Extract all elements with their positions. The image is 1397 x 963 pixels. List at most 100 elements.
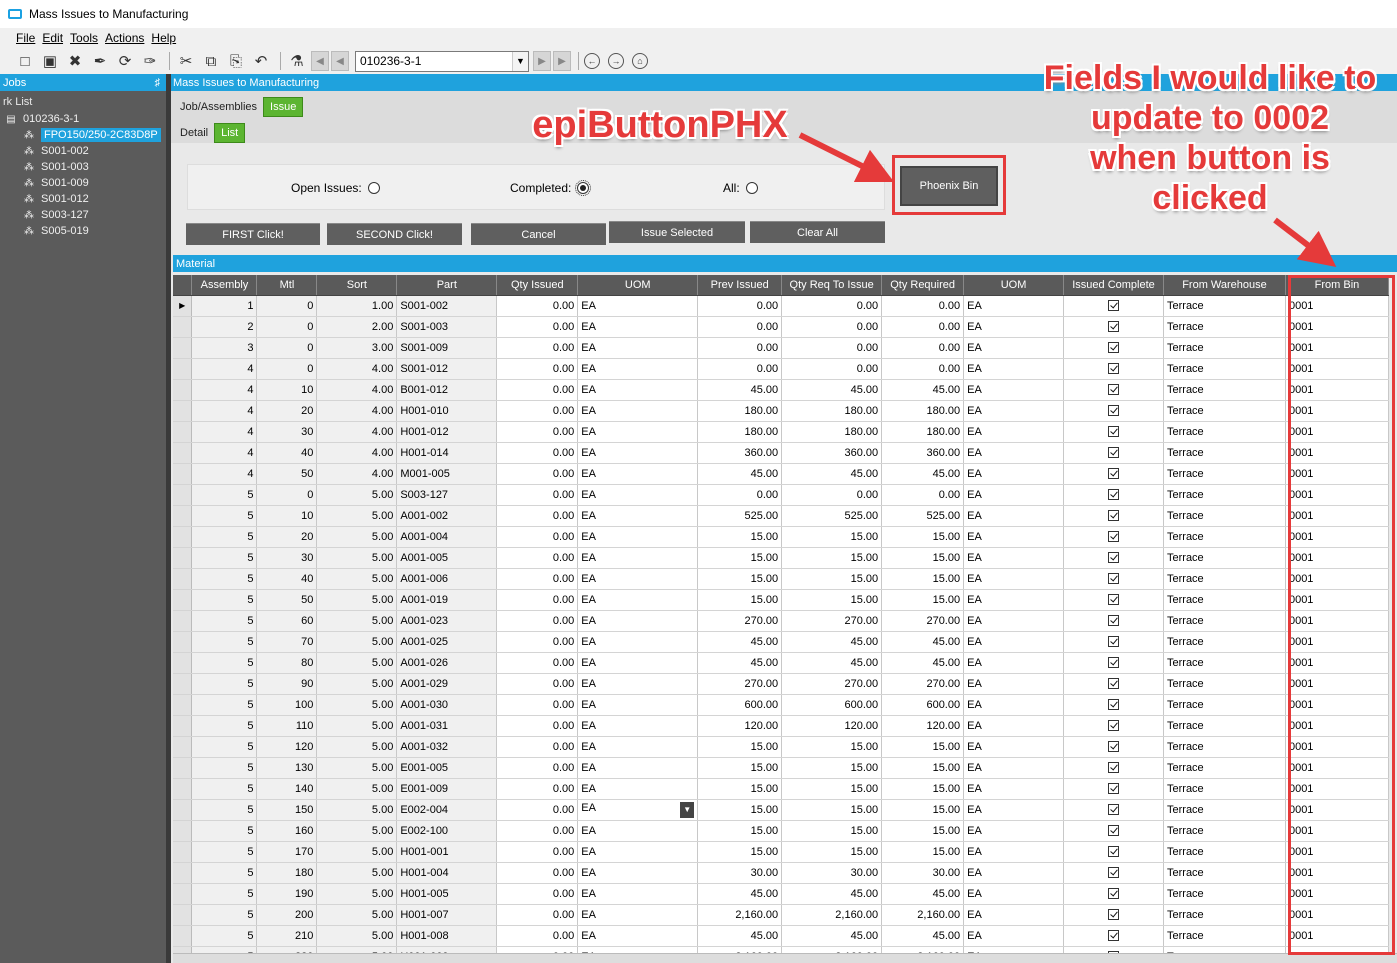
- checkbox-icon[interactable]: [1108, 321, 1120, 333]
- table-row[interactable]: 5 20 5.00 A001-004 0.00 EA 15.00 15.00 15.00 EA Te…: [173, 526, 1389, 548]
- column-header[interactable]: Qty Required: [881, 275, 965, 296]
- previous-record-icon[interactable]: ◀: [331, 51, 349, 71]
- column-header[interactable]: Prev Issued: [697, 275, 783, 296]
- checkbox-icon[interactable]: [1108, 615, 1120, 627]
- search-icon[interactable]: ⚗: [286, 51, 308, 71]
- issued-complete-checkbox[interactable]: [1063, 841, 1164, 863]
- completed-radio[interactable]: [575, 180, 592, 196]
- issued-complete-checkbox[interactable]: [1063, 442, 1164, 464]
- table-row[interactable]: 4 20 4.00 H001-010 0.00 EA 180.00 180.00 180.00 E…: [173, 400, 1389, 422]
- issued-complete-checkbox[interactable]: [1063, 820, 1164, 842]
- issued-complete-checkbox[interactable]: [1063, 526, 1164, 548]
- tree-item[interactable]: ⁂ S003-127: [0, 207, 166, 223]
- row-selector[interactable]: [173, 652, 193, 674]
- issued-complete-checkbox[interactable]: [1063, 568, 1164, 590]
- checkbox-icon[interactable]: [1108, 762, 1120, 774]
- completed-option[interactable]: Completed:: [510, 180, 592, 196]
- table-row[interactable]: 5 210 5.00 H001-008 0.00 EA 45.00 45.00 45.00 EA T…: [173, 925, 1389, 947]
- issued-complete-checkbox[interactable]: [1063, 463, 1164, 485]
- issued-complete-checkbox[interactable]: [1063, 631, 1164, 653]
- checkbox-icon[interactable]: [1108, 342, 1120, 354]
- qty-issued-cell[interactable]: 0.00: [496, 463, 579, 485]
- table-row[interactable]: 4 30 4.00 H001-012 0.00 EA 180.00 180.00 180.00 E…: [173, 421, 1389, 443]
- qty-issued-cell[interactable]: 0.00: [496, 484, 579, 506]
- issued-complete-checkbox[interactable]: [1063, 778, 1164, 800]
- table-row[interactable]: 5 60 5.00 A001-023 0.00 EA 270.00 270.00 270.00 E…: [173, 610, 1389, 632]
- table-row[interactable]: 2 0 2.00 S001-003 0.00 EA 0.00 0.00 0.00 EA Terrac…: [173, 316, 1389, 338]
- checkbox-icon[interactable]: [1108, 405, 1120, 417]
- checkbox-icon[interactable]: [1108, 909, 1120, 921]
- table-row[interactable]: 5 100 5.00 A001-030 0.00 EA 600.00 600.00 600.00…: [173, 694, 1389, 716]
- issued-complete-checkbox[interactable]: [1063, 757, 1164, 779]
- checkbox-icon[interactable]: [1108, 741, 1120, 753]
- row-selector[interactable]: [173, 673, 193, 695]
- issued-complete-checkbox[interactable]: [1063, 421, 1164, 443]
- tree-item[interactable]: ▤ 010236-3-1: [0, 111, 166, 127]
- issued-complete-checkbox[interactable]: [1063, 505, 1164, 527]
- tree-item[interactable]: ⁂ S001-002: [0, 143, 166, 159]
- checkbox-icon[interactable]: [1108, 930, 1120, 942]
- new-icon[interactable]: □: [14, 51, 36, 71]
- row-selector[interactable]: [173, 505, 193, 527]
- row-selector[interactable]: [173, 526, 193, 548]
- table-row[interactable]: 5 190 5.00 H001-005 0.00 EA 45.00 45.00 45.00 EA T…: [173, 883, 1389, 905]
- checkbox-icon[interactable]: [1108, 699, 1120, 711]
- menu-help[interactable]: Help: [151, 31, 176, 45]
- row-selector[interactable]: [173, 316, 193, 338]
- table-row[interactable]: 5 70 5.00 A001-025 0.00 EA 45.00 45.00 45.00 EA Te…: [173, 631, 1389, 653]
- qty-issued-cell[interactable]: 0.00: [496, 778, 579, 800]
- issued-complete-checkbox[interactable]: [1063, 715, 1164, 737]
- row-selector[interactable]: [173, 463, 193, 485]
- pin-icon[interactable]: ♯: [155, 77, 161, 89]
- menu-file[interactable]: File: [16, 31, 35, 45]
- table-row[interactable]: 5 110 5.00 A001-031 0.00 EA 120.00 120.00 120.00…: [173, 715, 1389, 737]
- delete-icon[interactable]: ✖: [64, 51, 86, 71]
- checkbox-icon[interactable]: [1108, 489, 1120, 501]
- back-icon[interactable]: ←: [584, 53, 600, 69]
- issued-complete-checkbox[interactable]: [1063, 547, 1164, 569]
- qty-issued-cell[interactable]: 0.00: [496, 421, 579, 443]
- save-icon[interactable]: ▣: [39, 51, 61, 71]
- table-row[interactable]: ▶ 1 0 1.00 S001-002 0.00 EA 0.00 0.00 0.00 EA Terra…: [173, 295, 1389, 317]
- qty-issued-cell[interactable]: 0.00: [496, 589, 579, 611]
- column-header[interactable]: Part: [396, 275, 498, 296]
- tree-item[interactable]: ⁂ S005-019: [0, 223, 166, 239]
- qty-issued-cell[interactable]: 0.00: [496, 442, 579, 464]
- row-selector[interactable]: [173, 736, 193, 758]
- checkbox-icon[interactable]: [1108, 846, 1120, 858]
- column-header[interactable]: Issued Complete: [1063, 275, 1164, 296]
- issued-complete-checkbox[interactable]: [1063, 694, 1164, 716]
- row-selector[interactable]: [173, 568, 193, 590]
- qty-issued-cell[interactable]: 0.00: [496, 379, 579, 401]
- column-header[interactable]: Sort: [316, 275, 398, 296]
- qty-issued-cell[interactable]: 0.00: [496, 925, 579, 947]
- table-row[interactable]: 5 80 5.00 A001-026 0.00 EA 45.00 45.00 45.00 EA Te…: [173, 652, 1389, 674]
- table-row[interactable]: 5 40 5.00 A001-006 0.00 EA 15.00 15.00 15.00 EA Te…: [173, 568, 1389, 590]
- row-selector[interactable]: [173, 631, 193, 653]
- first-click-button[interactable]: FIRST Click!: [186, 223, 320, 245]
- table-row[interactable]: 5 130 5.00 E001-005 0.00 EA 15.00 15.00 15.00 EA T…: [173, 757, 1389, 779]
- undo-icon[interactable]: ↶: [250, 51, 272, 71]
- table-row[interactable]: 5 120 5.00 A001-032 0.00 EA 15.00 15.00 15.00 EA T…: [173, 736, 1389, 758]
- checkbox-icon[interactable]: [1108, 300, 1120, 312]
- row-selector[interactable]: [173, 589, 193, 611]
- next-record-icon[interactable]: ▶: [533, 51, 551, 71]
- checkbox-icon[interactable]: [1108, 783, 1120, 795]
- tab-list[interactable]: List: [214, 123, 246, 143]
- qty-issued-cell[interactable]: 0.00: [496, 547, 579, 569]
- checkbox-icon[interactable]: [1108, 636, 1120, 648]
- issued-complete-checkbox[interactable]: [1063, 316, 1164, 338]
- qty-issued-cell[interactable]: 0.00: [496, 694, 579, 716]
- open-issues-radio[interactable]: [367, 182, 380, 194]
- chevron-down-icon[interactable]: ▼: [680, 801, 695, 818]
- table-row[interactable]: 5 160 5.00 E002-100 0.00 EA 15.00 15.00 15.00 EA T…: [173, 820, 1389, 842]
- issued-complete-checkbox[interactable]: [1063, 484, 1164, 506]
- tree-item[interactable]: ⁂ S001-009: [0, 175, 166, 191]
- qty-issued-cell[interactable]: 0.00: [496, 904, 579, 926]
- row-selector[interactable]: [173, 883, 193, 905]
- row-selector[interactable]: [173, 547, 193, 569]
- all-option[interactable]: All:: [723, 181, 758, 195]
- menu-actions[interactable]: Actions: [105, 31, 144, 45]
- issued-complete-checkbox[interactable]: [1063, 673, 1164, 695]
- qty-issued-cell[interactable]: 0.00: [496, 820, 579, 842]
